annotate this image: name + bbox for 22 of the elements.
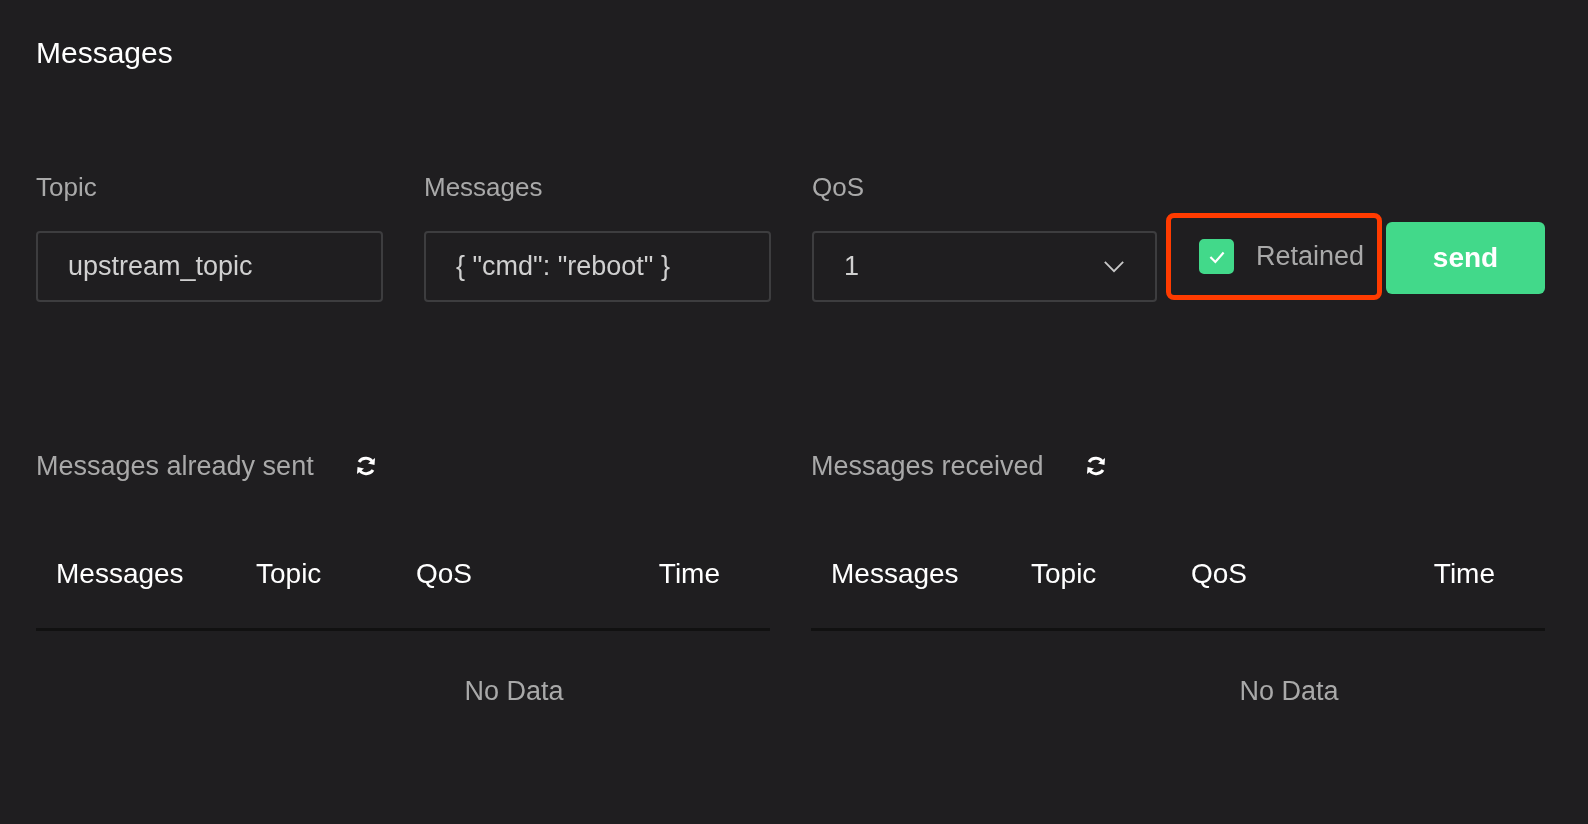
qos-dropdown[interactable]: 1 bbox=[812, 231, 1157, 302]
checkbox-label: Retained bbox=[1256, 241, 1365, 272]
column-header: Time bbox=[1433, 558, 1496, 590]
field-label: QoS bbox=[812, 172, 866, 203]
chevron-down-icon bbox=[1103, 260, 1125, 273]
column-header: Messages bbox=[56, 558, 185, 590]
section-title: Messages already sent bbox=[36, 450, 314, 482]
field-label: Messages bbox=[424, 172, 544, 203]
empty-message: No Data bbox=[464, 676, 564, 706]
column-header: Topic bbox=[256, 558, 323, 590]
column-header: QoS bbox=[416, 558, 474, 590]
message-field[interactable]: { "cmd": "reboot" } bbox=[424, 231, 771, 302]
field-label: Topic bbox=[36, 172, 98, 203]
retained-checkbox[interactable] bbox=[1199, 239, 1234, 274]
column-header: QoS bbox=[1191, 558, 1249, 590]
empty-message: No Data bbox=[1239, 676, 1339, 706]
page-title: Messages bbox=[36, 36, 174, 70]
topic-field[interactable]: upstream_topic bbox=[36, 231, 383, 302]
section-title: Messages received bbox=[811, 450, 1044, 482]
column-header: Time bbox=[658, 558, 721, 590]
column-header: Messages bbox=[831, 558, 960, 590]
column-header: Topic bbox=[1031, 558, 1098, 590]
